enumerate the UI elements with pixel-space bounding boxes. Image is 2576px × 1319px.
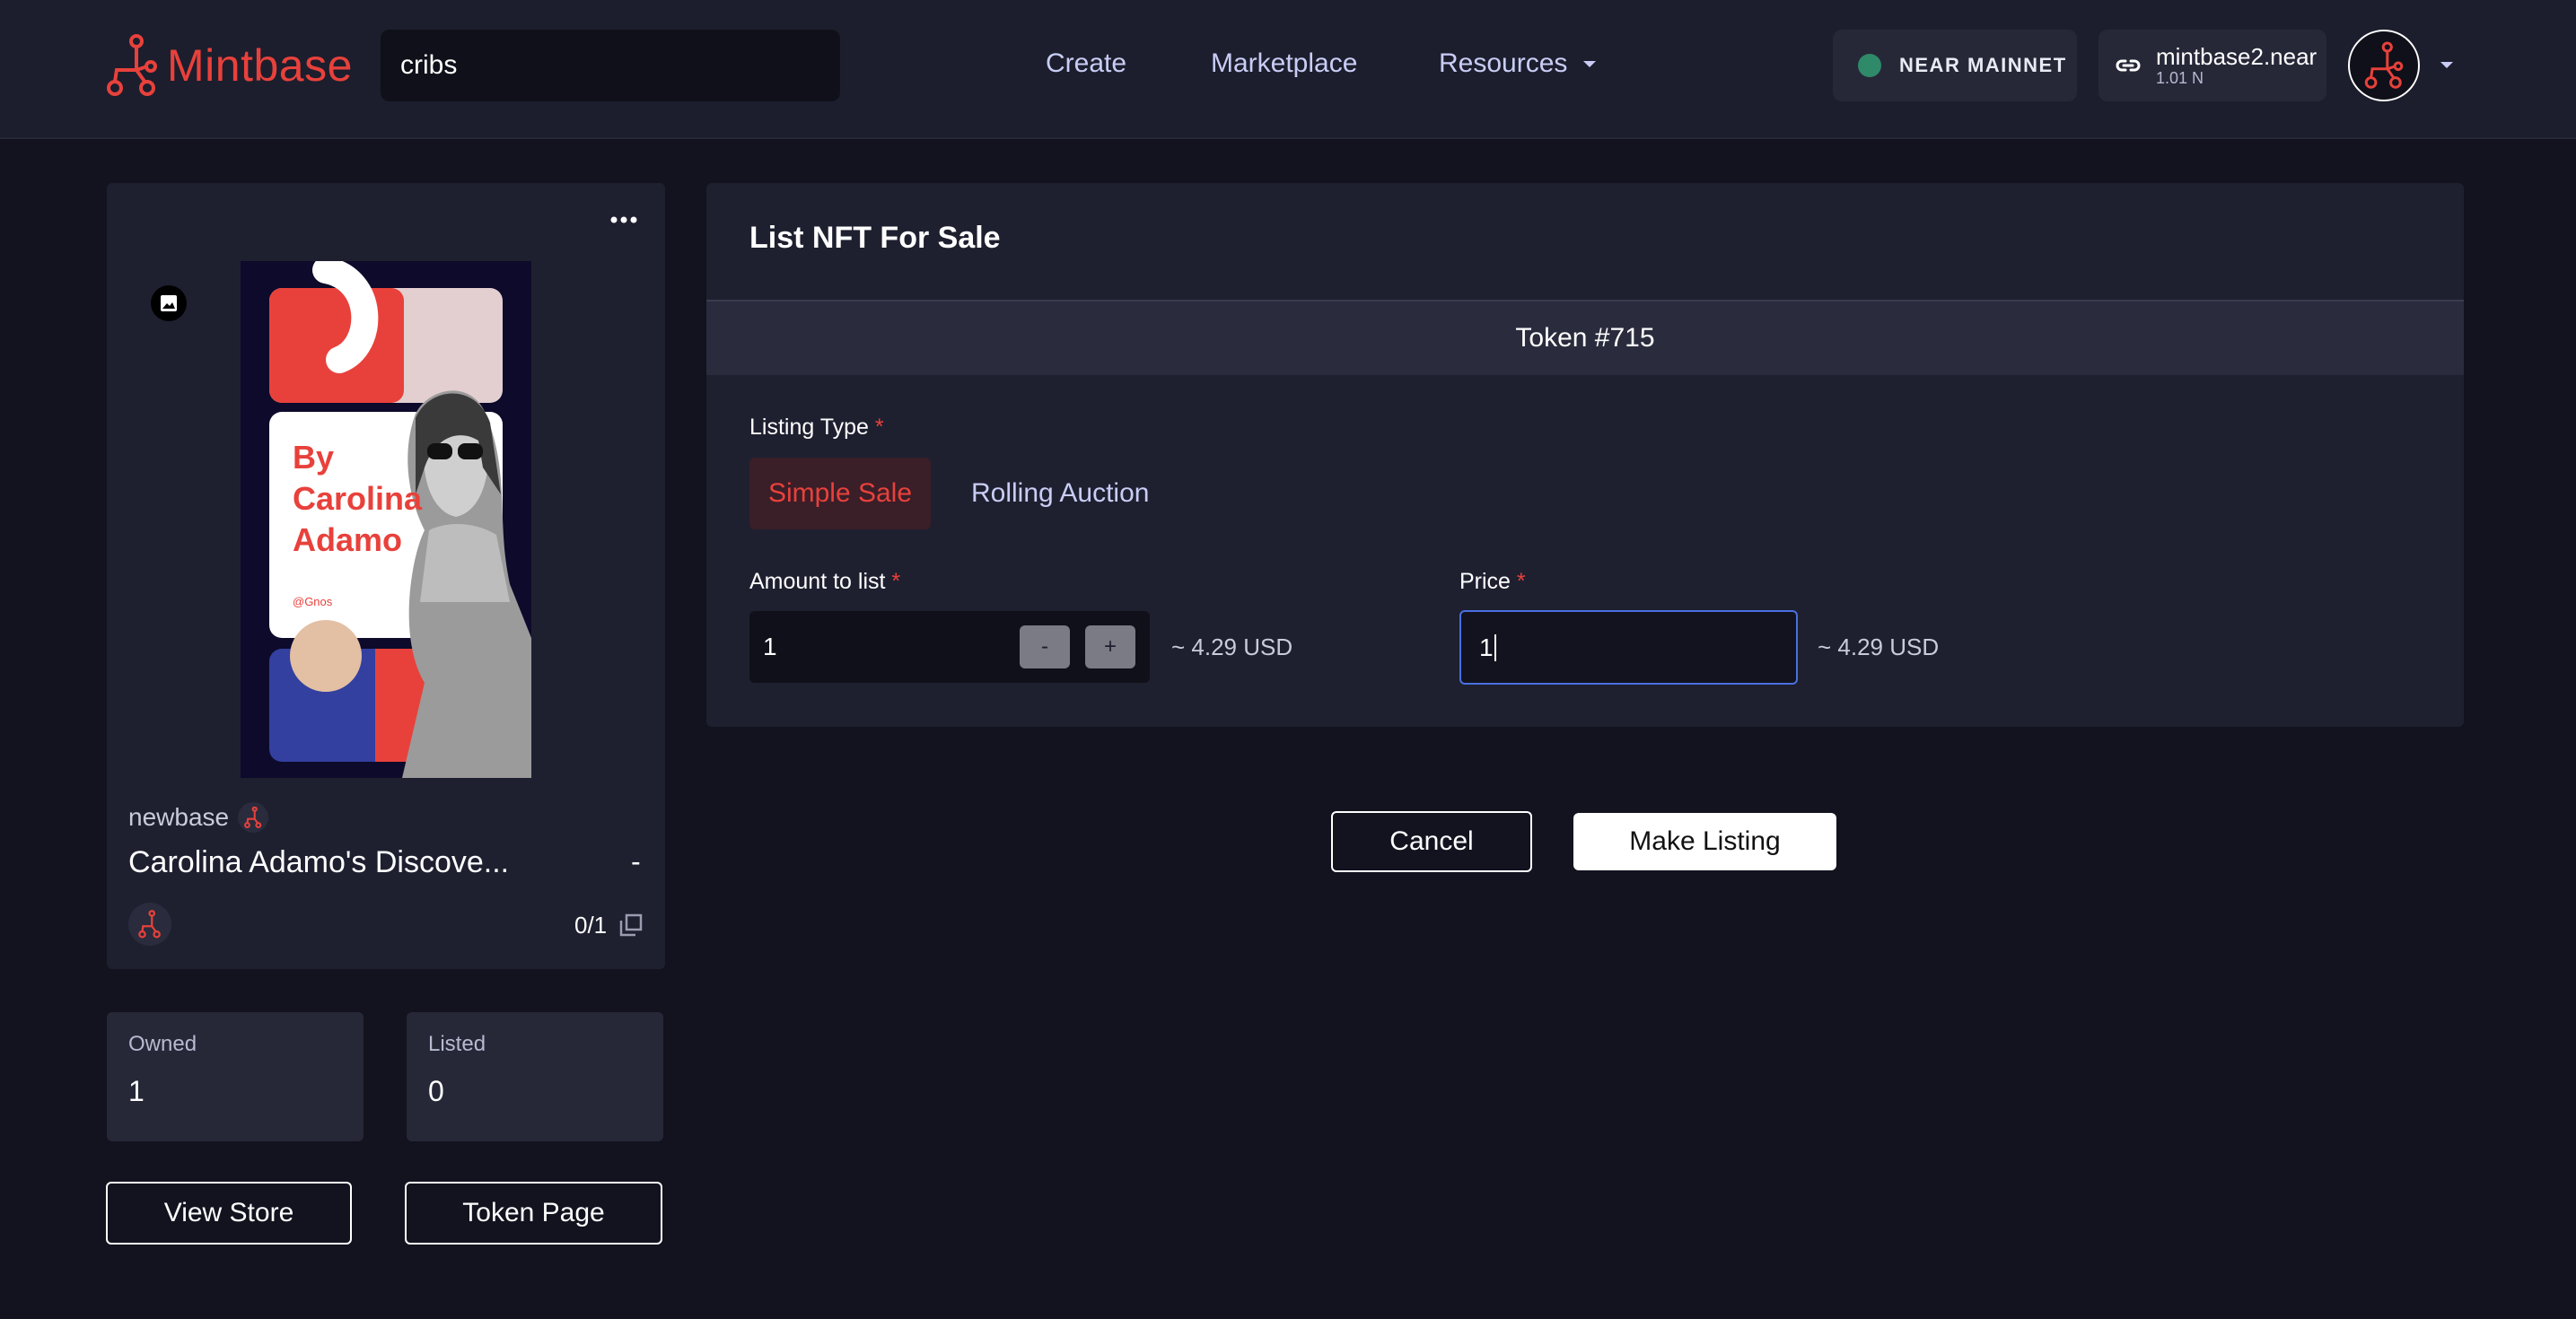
increment-button[interactable]: + [1085, 625, 1135, 668]
amount-label: Amount to list * [749, 569, 900, 595]
link-icon [2116, 59, 2141, 72]
simple-sale-option[interactable]: Simple Sale [749, 458, 931, 529]
token-id: Token #715 [1515, 323, 1655, 353]
image-icon [161, 295, 177, 311]
make-listing-button[interactable]: Make Listing [1573, 813, 1836, 870]
text-cursor [1494, 633, 1496, 661]
amount-label-text: Amount to list [749, 569, 886, 594]
store-link[interactable]: newbase [128, 802, 269, 833]
edition-count: 0/1 [574, 912, 608, 939]
cancel-button[interactable]: Cancel [1331, 811, 1532, 872]
copies-icon [619, 913, 643, 937]
account-name: mintbase2.near [2156, 43, 2318, 70]
network-selector[interactable]: NEAR MAINNET [1833, 30, 2077, 101]
store-avatar [238, 802, 269, 833]
listed-stat: Listed 0 [407, 1012, 663, 1141]
stat-label: Owned [128, 1032, 197, 1056]
store-name: newbase [128, 803, 230, 831]
network-status-dot [1858, 54, 1881, 77]
nft-artwork[interactable]: By Carolina Adamo @Gnos [241, 261, 531, 778]
chevron-down-icon[interactable] [2440, 61, 2454, 70]
price-value: 1 [1479, 633, 1494, 661]
owned-stat: Owned 1 [107, 1012, 364, 1141]
nav-resources[interactable]: Resources [1439, 48, 1567, 79]
decrement-button[interactable]: - [1020, 625, 1070, 668]
stat-value: 1 [128, 1075, 145, 1107]
listing-type-label: Listing Type * [749, 415, 884, 441]
search-value: cribs [400, 50, 458, 80]
search-input[interactable]: cribs [381, 30, 840, 101]
artwork-caption-line: Adamo [293, 521, 403, 558]
token-header: Token #715 [706, 300, 2464, 375]
mintbase-logo-icon [244, 807, 262, 828]
stat-label: Listed [428, 1032, 486, 1056]
token-page-button[interactable]: Token Page [405, 1182, 662, 1245]
amount-usd: ~ 4.29 USD [1171, 633, 1293, 660]
owner-avatar[interactable] [128, 903, 171, 946]
chevron-down-icon[interactable] [1582, 60, 1597, 69]
artwork-caption-line: Carolina [293, 480, 423, 517]
required-mark: * [1516, 569, 1526, 594]
mintbase-logo-icon [138, 910, 161, 939]
price-input[interactable]: 1 [1459, 610, 1798, 685]
network-label: NEAR MAINNET [1899, 54, 2067, 76]
required-mark: * [891, 569, 901, 594]
price-usd: ~ 4.29 USD [1818, 633, 1940, 660]
listing-type-label-text: Listing Type [749, 415, 869, 440]
artwork-handle: @Gnos [293, 595, 333, 608]
nav-marketplace[interactable]: Marketplace [1211, 48, 1357, 79]
nft-title[interactable]: Carolina Adamo's Discove... [128, 845, 509, 880]
price-label: Price * [1459, 569, 1526, 595]
nft-price: - [631, 845, 641, 878]
image-type-badge [151, 285, 187, 321]
more-options-icon[interactable] [610, 215, 637, 224]
nav-create[interactable]: Create [1046, 48, 1126, 79]
page-title: List NFT For Sale [749, 221, 1001, 255]
brand-logo[interactable]: Mintbase [106, 34, 353, 97]
artwork-caption: By Carolina Adamo [293, 437, 422, 561]
brand-name: Mintbase [167, 40, 353, 91]
price-label-text: Price [1459, 569, 1511, 594]
user-avatar[interactable] [2348, 30, 2420, 101]
stat-value: 0 [428, 1075, 444, 1107]
artwork-caption-line: By [293, 439, 335, 476]
required-mark: * [874, 415, 884, 440]
account-pill[interactable]: mintbase2.near 1.01 N [2098, 30, 2326, 101]
mintbase-logo-icon [107, 34, 157, 96]
account-balance: 1.01 N [2156, 69, 2204, 87]
amount-value: 1 [763, 633, 777, 660]
mintbase-logo-icon [2364, 41, 2404, 89]
rolling-auction-option[interactable]: Rolling Auction [953, 458, 1167, 529]
view-store-button[interactable]: View Store [106, 1182, 352, 1245]
